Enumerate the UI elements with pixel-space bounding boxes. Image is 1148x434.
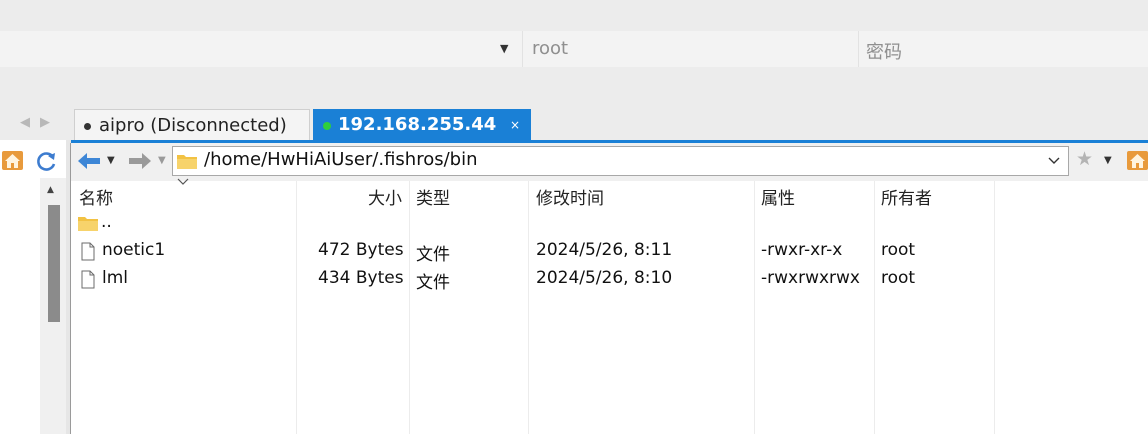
- host-dropdown-icon[interactable]: ▼: [500, 42, 508, 55]
- file-modified: 2024/5/26, 8:10: [536, 268, 673, 288]
- column-divider[interactable]: [296, 181, 297, 434]
- close-tab-icon[interactable]: ×: [510, 118, 520, 132]
- file-modified: 2024/5/26, 8:11: [536, 240, 673, 260]
- scroll-up-icon[interactable]: ▲: [47, 185, 54, 195]
- home-icon[interactable]: [2, 151, 23, 170]
- column-divider[interactable]: [754, 181, 755, 434]
- file-icon: [81, 242, 95, 261]
- username-field[interactable]: root: [532, 38, 568, 59]
- bookmark-star-icon[interactable]: ★: [1076, 148, 1093, 170]
- file-name[interactable]: lml: [102, 268, 128, 288]
- field-divider: [858, 31, 859, 67]
- tab-scroll-arrows-icon[interactable]: ◀▶: [20, 115, 60, 130]
- password-field[interactable]: 密码: [866, 38, 902, 64]
- column-divider[interactable]: [994, 181, 995, 434]
- field-divider: [522, 31, 523, 67]
- back-history-dropdown-icon[interactable]: ▼: [107, 155, 115, 166]
- refresh-icon[interactable]: [36, 150, 58, 172]
- parent-directory-item[interactable]: ..: [101, 212, 112, 232]
- current-path[interactable]: /home/HwHiAiUser/.fishros/bin: [204, 149, 478, 170]
- column-divider[interactable]: [874, 181, 875, 434]
- file-attributes: -rwxrwxrwx: [761, 268, 860, 288]
- tab-aipro[interactable]: aipro (Disconnected): [74, 109, 310, 140]
- folder-icon: [177, 155, 197, 169]
- tab-active-session[interactable]: 192.168.255.44 ×: [313, 109, 531, 142]
- pane-divider: [70, 143, 71, 434]
- file-owner: root: [881, 268, 916, 288]
- sort-indicator-icon: [177, 178, 189, 185]
- file-type: 文件: [416, 273, 450, 293]
- column-header-name[interactable]: 名称: [79, 184, 113, 209]
- file-icon: [81, 270, 95, 289]
- column-header-attributes[interactable]: 属性: [761, 184, 795, 209]
- tab-label: 192.168.255.44: [338, 114, 497, 135]
- file-size: 434 Bytes: [318, 268, 404, 288]
- home-icon[interactable]: [1127, 151, 1148, 170]
- disconnected-status-icon: [84, 123, 91, 130]
- tab-label: aipro (Disconnected): [99, 115, 287, 136]
- folder-icon: [78, 217, 98, 231]
- connection-bar: [0, 31, 1148, 67]
- file-attributes: -rwxr-xr-x: [761, 240, 843, 260]
- forward-history-dropdown-icon[interactable]: ▼: [158, 155, 166, 166]
- back-arrow-icon[interactable]: [77, 152, 101, 170]
- column-header-owner[interactable]: 所有者: [881, 184, 932, 209]
- forward-arrow-icon[interactable]: [128, 152, 152, 170]
- connected-status-icon: [323, 122, 331, 130]
- scroll-thumb[interactable]: [48, 205, 60, 322]
- column-divider[interactable]: [409, 181, 410, 434]
- file-size: 472 Bytes: [318, 240, 404, 260]
- file-owner: root: [881, 240, 916, 260]
- bookmark-dropdown-icon[interactable]: ▼: [1104, 155, 1112, 166]
- path-dropdown-icon[interactable]: [1046, 150, 1062, 170]
- column-header-type[interactable]: 类型: [416, 184, 450, 209]
- file-type: 文件: [416, 245, 450, 265]
- file-name[interactable]: noetic1: [102, 240, 165, 260]
- column-divider[interactable]: [528, 181, 529, 434]
- column-header-modified[interactable]: 修改时间: [536, 184, 604, 209]
- column-header-size[interactable]: 大小: [368, 184, 402, 209]
